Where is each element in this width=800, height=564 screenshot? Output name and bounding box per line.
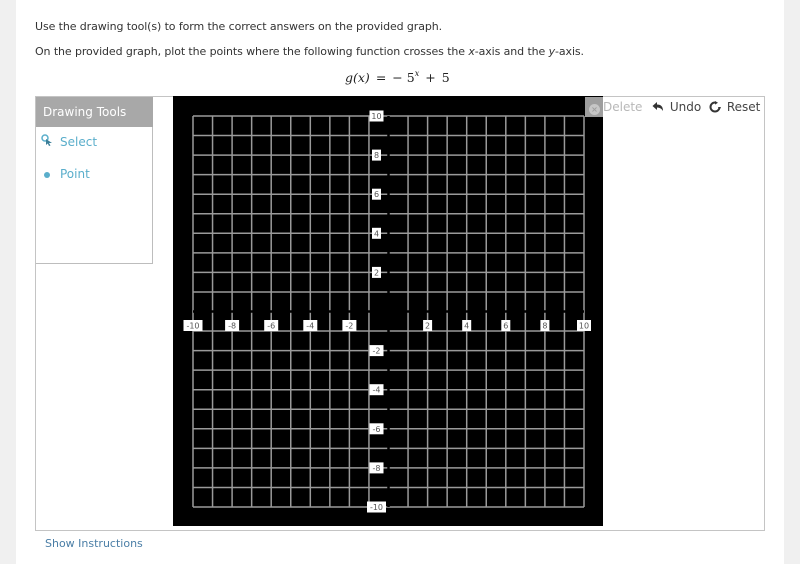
y-tick-label: -4 [369,384,384,396]
x-tick-label: 4 [462,320,472,331]
reset-label: Reset [726,100,761,114]
y-tick-label: 2 [372,266,381,278]
graph-canvas[interactable]: -10 -8 -6 -4 -2 2 4 6 8 10 10 8 6 4 2 -2 -4 -6 -8 -10 [173,96,603,526]
tick-label-text: 4 [374,229,379,238]
y-tick-label: 8 [372,149,381,161]
y-tick-label: 10 [369,110,384,122]
x-tick-label: -6 [264,320,279,331]
tick-label-text: -4 [373,386,381,395]
tick-label-text: -2 [373,347,381,356]
tool-point-label: Point [60,167,90,181]
x-tick-label: -2 [342,320,357,331]
question-text: On the provided graph, plot the points w… [35,45,584,58]
question-prefix: On the provided graph, plot the points w… [35,45,469,58]
tick-label-text: 4 [464,322,469,331]
tick-label-text: -2 [345,322,353,331]
x-tick-label: -8 [225,320,240,331]
tick-label-text: 2 [374,268,379,277]
tool-point[interactable]: Point [40,165,90,183]
drawing-tools-panel: Drawing Tools Select Point [36,97,153,264]
reset-button[interactable]: Reset [709,97,760,117]
x-tick-label: -10 [183,320,203,331]
y-tick-label: 6 [372,188,381,200]
equation-constant: 5 [441,70,450,86]
point-dot-icon [40,165,54,183]
function-equation: g(x) = − 5x +5 [345,69,450,86]
y-tick-label: -8 [369,462,384,474]
tool-select-label: Select [60,135,98,149]
tick-label-text: 8 [542,322,547,331]
undo-label: Undo [669,100,702,114]
tick-label-text: 10 [371,112,381,121]
x-tick-label: -4 [303,320,318,331]
tick-label-text: 2 [425,322,430,331]
equation-minus: − [392,70,403,86]
x-tick-label: 8 [540,320,550,331]
equation-plus: + [425,70,436,86]
tick-label-text: -4 [306,322,314,331]
tick-label-text: 10 [579,322,589,331]
reset-refresh-icon [709,100,725,114]
undo-button[interactable]: Undo [652,97,701,117]
x-tick-label: 2 [423,320,433,331]
undo-arrow-icon [652,100,668,114]
instruction-text: Use the drawing tool(s) to form the corr… [35,20,443,33]
tick-label-text: -8 [228,322,236,331]
equation-equals: = [375,70,387,86]
tool-select[interactable]: Select [40,133,97,151]
tick-label-text: -10 [186,322,199,331]
y-tick-label: -2 [369,345,384,357]
tick-label-text: -6 [373,425,381,434]
select-cursor-icon [40,133,54,151]
delete-label: Delete [603,100,643,114]
drawing-tools-header: Drawing Tools [36,97,153,127]
y-tick-label: 4 [372,227,381,239]
y-tick-label: -6 [369,423,384,435]
tick-label-text: -10 [370,503,383,512]
x-tick-label: 10 [577,320,591,331]
delete-button[interactable]: × Delete [585,97,642,117]
delete-icon: × [589,104,600,115]
question-suffix: -axis. [555,45,584,58]
y-tick-label: -10 [367,501,386,513]
equation-lhs: g(x) [345,70,370,86]
show-instructions-link[interactable]: Show Instructions [45,537,143,550]
tick-label-text: 8 [374,151,379,160]
equation-base: 5 [406,70,415,86]
question-mid: -axis and the [474,45,549,58]
coordinate-grid[interactable]: -10 -8 -6 -4 -2 2 4 6 8 10 10 8 6 4 2 -2 -4 -6 -8 -10 [173,96,603,526]
tick-label-text: 6 [374,190,379,199]
tick-label-text: -6 [267,322,275,331]
equation-exponent: x [414,69,420,78]
tick-label-text: -8 [373,464,381,473]
tick-label-text: 6 [503,322,508,331]
x-tick-label: 6 [501,320,511,331]
